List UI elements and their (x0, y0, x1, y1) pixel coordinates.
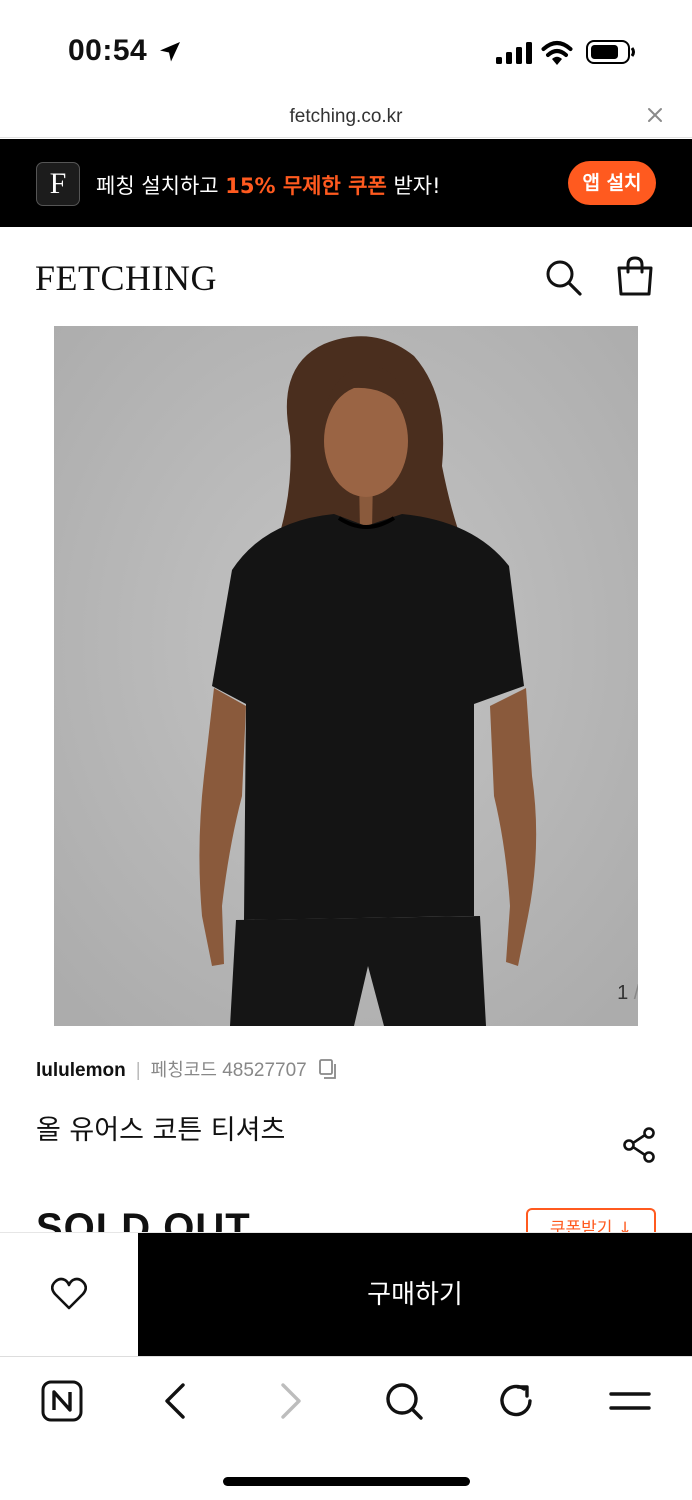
product-photo (54, 326, 638, 1026)
naver-icon[interactable] (40, 1379, 84, 1423)
promo-text-before: 페칭 설치하고 (96, 174, 226, 198)
purchase-bar: 구매하기 (0, 1232, 692, 1357)
wifi-icon (541, 41, 573, 65)
status-time: 00:54 (68, 34, 148, 67)
cellular-signal-icon (496, 42, 532, 64)
forward-icon[interactable] (268, 1379, 312, 1423)
search-icon[interactable] (382, 1379, 426, 1423)
close-icon[interactable] (646, 106, 664, 124)
app-install-banner[interactable]: F 페칭 설치하고 15% 무제한 쿠폰 받자! 앱 설치 (0, 139, 692, 227)
search-icon[interactable] (543, 257, 583, 297)
sold-out-label: SOLD OUT (36, 1208, 251, 1232)
product-image[interactable]: 1 / 6 (54, 326, 638, 1026)
fetching-app-logo: F (36, 162, 80, 206)
buy-button[interactable]: 구매하기 (138, 1233, 692, 1357)
back-icon[interactable] (154, 1379, 198, 1423)
wishlist-button[interactable] (0, 1233, 138, 1357)
share-icon[interactable] (622, 1127, 658, 1163)
image-separator: / (628, 982, 638, 1004)
fetching-code-label: 페칭코드 (150, 1060, 217, 1081)
image-counter: 1 / 6 (617, 982, 638, 1005)
shopping-bag-icon[interactable] (615, 255, 655, 297)
fetching-code-value: 48527707 (222, 1060, 307, 1081)
heart-icon (51, 1277, 87, 1310)
product-meta: lululemon | 페칭코드 48527707 (36, 1056, 338, 1081)
coupon-download-button[interactable]: 쿠폰받기 ↓ (526, 1208, 656, 1232)
promo-text-after: 받자! (386, 174, 441, 198)
brand-link[interactable]: lululemon (36, 1060, 126, 1081)
image-current: 1 (617, 982, 629, 1004)
location-arrow-icon (160, 42, 180, 62)
menu-icon[interactable] (608, 1379, 652, 1423)
copy-icon[interactable] (318, 1059, 338, 1079)
status-bar: 00:54 (0, 0, 692, 98)
fetching-logo[interactable]: FETCHING (35, 257, 217, 299)
promo-highlight: 15% 무제한 쿠폰 (225, 174, 387, 198)
browser-toolbar (0, 1356, 692, 1500)
address-bar[interactable]: fetching.co.kr (0, 98, 692, 138)
install-app-button[interactable]: 앱 설치 (568, 161, 656, 205)
promo-message: 페칭 설치하고 15% 무제한 쿠폰 받자! (96, 170, 441, 200)
refresh-icon[interactable] (494, 1379, 538, 1423)
home-indicator (223, 1477, 470, 1486)
product-title: 올 유어스 코튼 티셔츠 (36, 1115, 286, 1146)
site-header: FETCHING (0, 227, 692, 327)
meta-divider: | (135, 1060, 141, 1081)
battery-icon (586, 40, 635, 64)
url-text[interactable]: fetching.co.kr (0, 106, 692, 128)
